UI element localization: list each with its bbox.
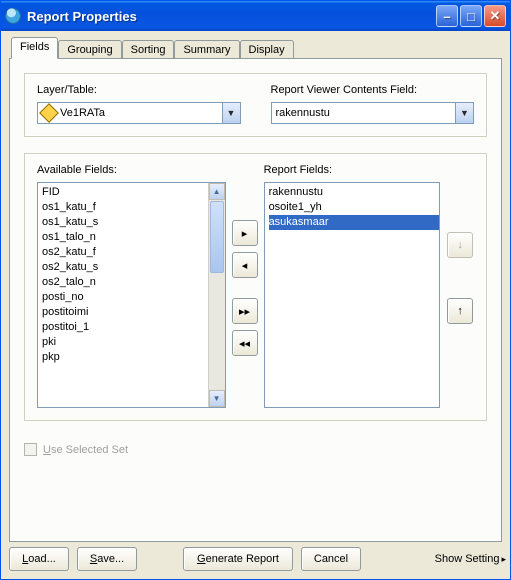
list-item[interactable]: posti_no xyxy=(42,290,208,305)
move-down-button[interactable]: ↓ xyxy=(447,232,473,258)
window-title: Report Properties xyxy=(27,9,436,24)
show-settings-toggle[interactable]: Show Setting▸ xyxy=(435,553,506,565)
list-item[interactable]: os2_katu_s xyxy=(42,260,208,275)
chevron-right-icon: ▸ xyxy=(501,554,506,565)
scroll-track[interactable] xyxy=(209,274,225,390)
use-selected-set-checkbox xyxy=(24,443,37,456)
fields-group: Available Fields: FIDos1_katu_fos1_katu_… xyxy=(24,153,487,421)
list-item[interactable]: pki xyxy=(42,335,208,350)
cancel-button[interactable]: Cancel xyxy=(301,547,361,571)
tab-grouping[interactable]: Grouping xyxy=(58,40,121,60)
add-field-button[interactable]: ▸ xyxy=(232,220,258,246)
remove-field-button[interactable]: ◂ xyxy=(232,252,258,278)
layer-table-label: Layer/Table: xyxy=(37,84,241,96)
list-item[interactable]: osoite1_yh xyxy=(269,200,440,215)
list-item[interactable]: os2_talo_n xyxy=(42,275,208,290)
tab-strip: Fields Grouping Sorting Summary Display xyxy=(9,37,502,59)
tab-sorting[interactable]: Sorting xyxy=(122,40,175,60)
load-button[interactable]: Load... xyxy=(9,547,69,571)
list-item[interactable]: postitoimi xyxy=(42,305,208,320)
layer-table-combo[interactable]: Ve1RATa ▼ xyxy=(37,102,241,124)
add-all-button[interactable]: ▸▸ xyxy=(232,298,258,324)
list-item[interactable]: os1_katu_f xyxy=(42,200,208,215)
scroll-up-icon[interactable]: ▲ xyxy=(209,183,225,200)
list-item[interactable]: FID xyxy=(42,185,208,200)
list-item[interactable]: os1_katu_s xyxy=(42,215,208,230)
close-button[interactable]: ✕ xyxy=(484,5,506,27)
scroll-thumb[interactable] xyxy=(210,201,224,273)
available-fields-list[interactable]: FIDos1_katu_fos1_katu_sos1_talo_nos2_kat… xyxy=(37,182,226,408)
viewer-field-value: rakennustu xyxy=(276,107,456,119)
use-selected-set: Use Selected Set xyxy=(24,443,487,456)
tab-summary[interactable]: Summary xyxy=(174,40,239,60)
move-up-button[interactable]: ↑ xyxy=(447,298,473,324)
viewer-field-label: Report Viewer Contents Field: xyxy=(271,84,475,96)
chevron-down-icon[interactable]: ▼ xyxy=(455,103,473,123)
list-item[interactable]: asukasmaar xyxy=(269,215,440,230)
save-button[interactable]: Save... xyxy=(77,547,137,571)
use-selected-set-label: Use Selected Set xyxy=(43,444,128,456)
report-fields-list[interactable]: rakennustuosoite1_yhasukasmaar xyxy=(264,182,441,408)
layer-icon xyxy=(39,103,59,123)
tab-panel-fields: Layer/Table: Ve1RATa ▼ Report Viewer Con… xyxy=(9,58,502,542)
list-item[interactable]: rakennustu xyxy=(269,185,440,200)
maximize-button[interactable]: □ xyxy=(460,5,482,27)
tab-fields[interactable]: Fields xyxy=(11,37,58,59)
layer-group: Layer/Table: Ve1RATa ▼ Report Viewer Con… xyxy=(24,73,487,137)
titlebar[interactable]: Report Properties – □ ✕ xyxy=(1,1,510,31)
report-fields-label: Report Fields: xyxy=(264,164,441,176)
available-fields-label: Available Fields: xyxy=(37,164,226,176)
app-icon xyxy=(5,8,21,24)
chevron-down-icon[interactable]: ▼ xyxy=(222,103,240,123)
list-item[interactable]: pkp xyxy=(42,350,208,365)
window-frame: Report Properties – □ ✕ Fields Grouping … xyxy=(0,0,511,580)
list-item[interactable]: os2_katu_f xyxy=(42,245,208,260)
list-item[interactable]: postitoi_1 xyxy=(42,320,208,335)
list-item[interactable]: os1_talo_n xyxy=(42,230,208,245)
generate-report-button[interactable]: Generate Report xyxy=(183,547,293,571)
viewer-field-combo[interactable]: rakennustu ▼ xyxy=(271,102,475,124)
remove-all-button[interactable]: ◂◂ xyxy=(232,330,258,356)
scrollbar[interactable]: ▲ ▼ xyxy=(208,183,225,407)
tab-display[interactable]: Display xyxy=(240,40,294,60)
layer-table-value: Ve1RATa xyxy=(60,107,222,119)
scroll-down-icon[interactable]: ▼ xyxy=(209,390,225,407)
minimize-button[interactable]: – xyxy=(436,5,458,27)
